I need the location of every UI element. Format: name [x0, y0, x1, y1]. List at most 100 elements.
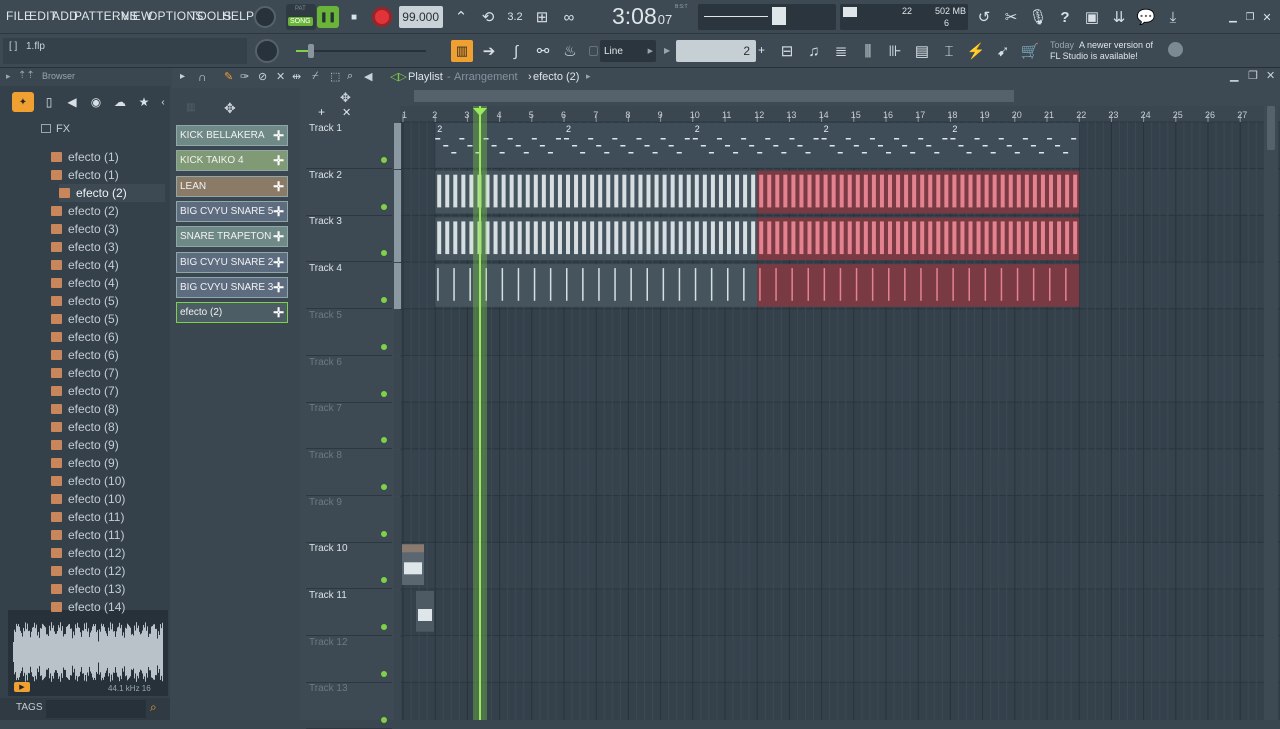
- track-header[interactable]: Track 8: [306, 449, 401, 496]
- browser-prev-icon[interactable]: ‹: [152, 91, 174, 113]
- track-mute-led[interactable]: [381, 157, 387, 163]
- browser-file-item[interactable]: efecto (8): [51, 400, 119, 418]
- track-mute-led[interactable]: [381, 343, 387, 350]
- ruler-bar-number[interactable]: 12: [754, 110, 764, 120]
- channel-item[interactable]: efecto (2) ✛: [176, 302, 288, 324]
- playback-tool-icon[interactable]: ◀: [364, 70, 372, 83]
- preview-play-icon[interactable]: ▶: [14, 682, 30, 692]
- channel-item[interactable]: LEAN ✛: [176, 175, 288, 197]
- ruler-bar-number[interactable]: 20: [1012, 110, 1022, 120]
- master-pitch-slider[interactable]: [772, 7, 786, 25]
- plugin-database-icon[interactable]: ➹: [992, 40, 1014, 62]
- ruler-bar-number[interactable]: 7: [593, 110, 598, 120]
- track-header[interactable]: Track 12: [306, 636, 401, 683]
- track-header[interactable]: Track 11: [306, 590, 401, 636]
- current-pattern-name[interactable]: efecto (2): [533, 71, 579, 83]
- channel-item[interactable]: BIG CVYU SNARE 5 ✛: [176, 200, 288, 222]
- ruler-bar-number[interactable]: 21: [1044, 110, 1054, 120]
- track-mute-led[interactable]: [381, 390, 387, 397]
- restore-icon[interactable]: ❐: [1243, 10, 1257, 24]
- track-resize-handle[interactable]: [394, 403, 401, 450]
- metronome-icon[interactable]: ⌃: [450, 6, 472, 28]
- browser-file-item[interactable]: efecto (14): [51, 598, 125, 616]
- ruler-bar-number[interactable]: 13: [786, 110, 796, 120]
- playlist-maximize-icon[interactable]: ❐: [1248, 69, 1258, 82]
- paint-tool-icon[interactable]: ✑: [240, 70, 249, 83]
- track-mute-led[interactable]: [381, 670, 387, 677]
- track-mute-led[interactable]: [381, 717, 387, 724]
- browser-file-item[interactable]: efecto (7): [51, 364, 119, 382]
- track-resize-handle[interactable]: [394, 683, 401, 729]
- playlist-icon[interactable]: ▥: [451, 40, 473, 62]
- browser-file-item[interactable]: efecto (5): [51, 292, 119, 310]
- ruler-bar-number[interactable]: 5: [529, 110, 534, 120]
- track-resize-handle[interactable]: [394, 356, 401, 403]
- audio-clip-red[interactable]: [757, 170, 1080, 214]
- delete-tool-icon[interactable]: ⊘: [258, 70, 267, 83]
- browser-file-item[interactable]: efecto (5): [51, 310, 119, 328]
- audio-clip-red[interactable]: [757, 264, 1080, 307]
- ruler-bar-number[interactable]: 22: [1076, 110, 1086, 120]
- add-track-icon[interactable]: +: [318, 105, 325, 119]
- browser-file-item[interactable]: efecto (3): [51, 238, 119, 256]
- channel-drag-icon[interactable]: ✛: [273, 305, 284, 321]
- browser-file-item[interactable]: efecto (8): [51, 418, 119, 436]
- draw-curve-icon[interactable]: ∫: [505, 40, 527, 62]
- ruler-bar-number[interactable]: 8: [625, 110, 630, 120]
- master-volume-handle[interactable]: [308, 44, 314, 58]
- horizontal-scrollbar[interactable]: [414, 90, 1014, 102]
- track-header[interactable]: Track 9: [306, 496, 401, 543]
- browser-file-item[interactable]: efecto (9): [51, 454, 119, 472]
- ruler-bar-number[interactable]: 6: [561, 110, 566, 120]
- cut-icon[interactable]: ✂: [1000, 6, 1022, 28]
- track-header[interactable]: Track 4: [306, 263, 401, 310]
- stamp-icon[interactable]: ♨: [559, 40, 581, 62]
- track-mute-led[interactable]: [381, 203, 387, 210]
- pat-song-toggle[interactable]: PAT SONG: [286, 4, 316, 30]
- track-resize-handle[interactable]: [394, 123, 401, 169]
- browser-cloud-icon[interactable]: ☁: [109, 91, 131, 113]
- track-resize-handle[interactable]: [394, 216, 401, 263]
- playhead-line[interactable]: [479, 106, 481, 720]
- channel-drag-icon[interactable]: ✛: [273, 128, 284, 144]
- track-header[interactable]: Track 10: [306, 543, 401, 590]
- zoom-tool-icon[interactable]: ⌕: [347, 70, 353, 83]
- plugin-picker-icon[interactable]: ⌶: [938, 40, 960, 62]
- track-mute-led[interactable]: [381, 250, 387, 257]
- browser-file-item[interactable]: efecto (12): [51, 562, 125, 580]
- link-icon[interactable]: ⚯: [532, 40, 554, 62]
- ruler-bar-number[interactable]: 1: [402, 110, 407, 120]
- browser-file-item[interactable]: efecto (7): [51, 382, 119, 400]
- menu-help[interactable]: HELP: [222, 9, 254, 23]
- pause-button[interactable]: ❚❚: [317, 6, 339, 28]
- track-resize-handle[interactable]: [394, 309, 401, 356]
- undo-icon[interactable]: ↺: [973, 6, 995, 28]
- browser-all-icon[interactable]: ✦: [12, 92, 34, 112]
- browser-file-item[interactable]: efecto (6): [51, 346, 119, 364]
- ruler-bar-number[interactable]: 25: [1173, 110, 1183, 120]
- browser-file-item[interactable]: efecto (13): [51, 580, 125, 598]
- ruler-bar-number[interactable]: 4: [497, 110, 502, 120]
- picker-grid-icon[interactable]: ▥: [186, 102, 195, 113]
- pattern-menu-icon[interactable]: ▸: [586, 71, 591, 82]
- ruler-bar-number[interactable]: 19: [980, 110, 990, 120]
- vertical-scroll-handle[interactable]: [1267, 106, 1275, 150]
- track-mute-led[interactable]: [381, 530, 387, 537]
- browser-folder-fx[interactable]: FX: [56, 123, 70, 135]
- track-header[interactable]: Track 13: [306, 683, 401, 729]
- select-tool-icon[interactable]: ⬚: [330, 70, 340, 83]
- draw-tool-icon[interactable]: ✎: [224, 70, 233, 83]
- tags-search-input[interactable]: [46, 700, 146, 718]
- help-icon[interactable]: ?: [1054, 6, 1076, 28]
- mixer-icon[interactable]: ⫼: [857, 40, 879, 62]
- master-volume-knob[interactable]: [254, 6, 276, 28]
- vertical-zoom-icon[interactable]: ✥: [340, 90, 351, 106]
- track-header[interactable]: Track 2: [306, 169, 401, 216]
- close-icon[interactable]: ✕: [1260, 10, 1274, 24]
- track-header[interactable]: Track 5: [306, 309, 401, 356]
- news-message-line1[interactable]: A newer version of: [1079, 40, 1153, 50]
- piano-roll-icon[interactable]: ♫: [803, 40, 825, 62]
- minimize-icon[interactable]: ▁: [1226, 10, 1240, 24]
- arrow-right-icon[interactable]: ➔: [478, 40, 500, 62]
- track-resize-handle[interactable]: [394, 263, 401, 310]
